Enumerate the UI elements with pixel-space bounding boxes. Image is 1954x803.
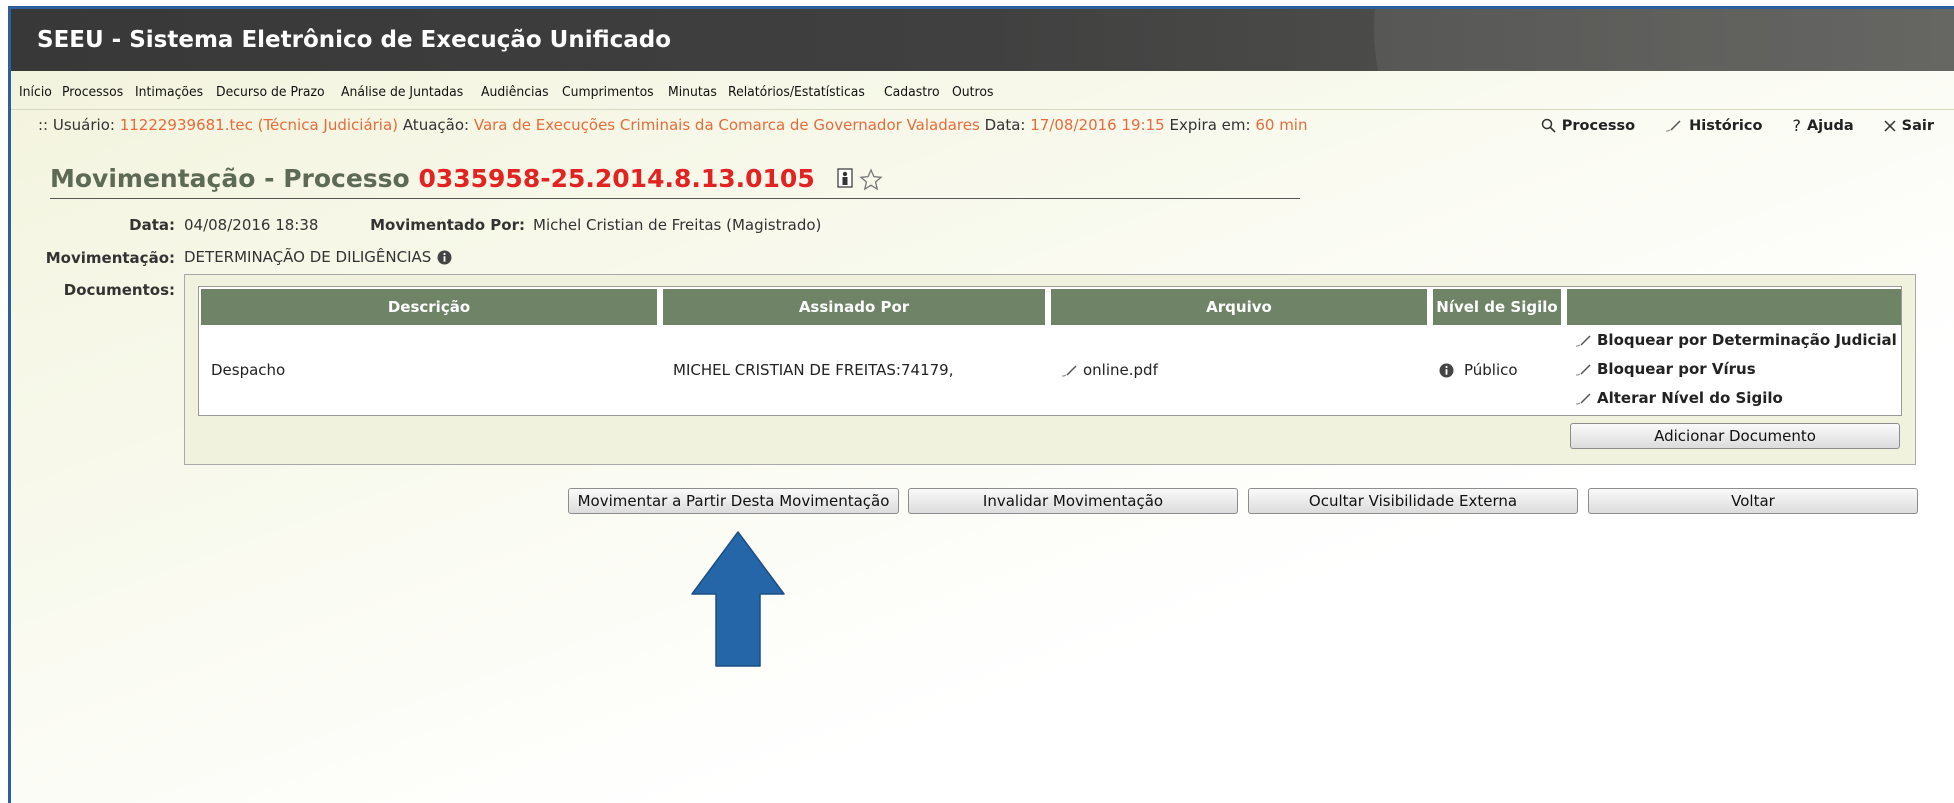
processo-link[interactable]: Processo <box>1541 116 1635 135</box>
movimentado-por-value: Michel Cristian de Freitas (Magistrado) <box>533 216 822 234</box>
sair-link[interactable]: Sair <box>1884 116 1934 135</box>
menu-item-intimacoes[interactable]: Intimações <box>135 84 203 100</box>
session-info: :: Usuário: 11222939681.tec (Técnica Jud… <box>38 116 1308 134</box>
title-bar: SEEU - Sistema Eletrônico de Execução Un… <box>11 9 1954 71</box>
menu-item-inicio[interactable]: Início <box>19 84 52 100</box>
processo-link-label: Processo <box>1561 117 1636 134</box>
ocultar-visibilidade-button[interactable]: Ocultar Visibilidade Externa <box>1248 488 1578 514</box>
file-name: online.pdf <box>1083 361 1158 379</box>
help-icon: ? <box>1792 116 1801 135</box>
invalidar-button[interactable]: Invalidar Movimentação <box>908 488 1238 514</box>
cell-assinado-por: MICHEL CRISTIAN DE FREITAS:74179, <box>673 361 954 379</box>
menu-item-cadastro[interactable]: Cadastro <box>884 84 940 100</box>
movimentacao-value-wrap: DETERMINAÇÃO DE DILIGÊNCIAS <box>184 248 452 266</box>
sair-link-label: Sair <box>1901 117 1934 134</box>
menu-item-relatorios[interactable]: Relatórios/Estatísticas <box>728 84 865 100</box>
file-link[interactable]: online.pdf <box>1061 361 1158 379</box>
close-icon <box>1884 119 1896 132</box>
menu-item-audiencias[interactable]: Audiências <box>481 84 549 100</box>
data-label: Data: <box>129 216 175 234</box>
title-bar-decoration <box>1374 9 1954 71</box>
app-title: SEEU - Sistema Eletrônico de Execução Un… <box>37 27 672 53</box>
cell-sigilo: Público <box>1439 361 1518 379</box>
col-header-arquivo: Arquivo <box>1051 289 1427 325</box>
page-title-prefix: Movimentação - Processo <box>50 164 410 193</box>
col-header-acoes <box>1567 289 1901 325</box>
menu-item-minutas[interactable]: Minutas <box>668 84 717 100</box>
menu-item-outros[interactable]: Outros <box>952 84 993 100</box>
pencil-icon <box>1666 119 1681 131</box>
star-icon[interactable] <box>859 168 884 192</box>
page-title: Movimentação - Processo 0335958-25.2014.… <box>50 164 1300 199</box>
pencil-icon <box>1576 363 1591 375</box>
person-icon[interactable] <box>837 168 854 188</box>
historico-link-label: Histórico <box>1689 117 1763 134</box>
menu-item-analise-juntadas[interactable]: Análise de Juntadas <box>341 84 463 100</box>
annotation-arrow-up-icon <box>691 531 785 667</box>
info-icon[interactable] <box>437 250 452 265</box>
atuacao-value: Vara de Execuções Criminais da Comarca d… <box>473 116 980 134</box>
documents-table: Descrição Assinado Por Arquivo Nível de … <box>198 286 1902 416</box>
col-header-assinado-por: Assinado Por <box>663 289 1045 325</box>
movimentar-button[interactable]: Movimentar a Partir Desta Movimentação <box>568 488 899 514</box>
adicionar-documento-button[interactable]: Adicionar Documento <box>1570 423 1900 449</box>
user-label: :: Usuário: <box>38 116 115 134</box>
menu-item-processos[interactable]: Processos <box>62 84 123 100</box>
search-icon <box>1541 118 1556 133</box>
historico-link[interactable]: Histórico <box>1665 116 1762 135</box>
cell-descricao: Despacho <box>211 361 286 379</box>
menu-item-cumprimentos[interactable]: Cumprimentos <box>562 84 654 100</box>
alterar-sigilo-link[interactable]: Alterar Nível do Sigilo <box>1575 389 1783 407</box>
main-menu: Início Processos Intimações Decurso de P… <box>11 74 1954 110</box>
bloquear-virus-label: Bloquear por Vírus <box>1597 360 1756 378</box>
pencil-icon <box>1576 392 1591 404</box>
col-header-nivel-sigilo: Nível de Sigilo <box>1433 289 1561 325</box>
movimentacao-label: Movimentação: <box>45 249 175 267</box>
expira-value: 60 min <box>1255 116 1308 134</box>
voltar-button[interactable]: Voltar <box>1588 488 1918 514</box>
alterar-sigilo-label: Alterar Nível do Sigilo <box>1597 389 1783 407</box>
user-value: 11222939681.tec (Técnica Judiciária) <box>119 116 399 134</box>
atuacao-label: Atuação: <box>402 116 470 134</box>
bloquear-determinacao-link[interactable]: Bloquear por Determinação Judicial <box>1575 331 1897 349</box>
session-date-value: 17/08/2016 19:15 <box>1030 116 1165 134</box>
ajuda-link[interactable]: ? Ajuda <box>1792 116 1853 135</box>
top-links: Processo Histórico ? Ajuda Sair <box>1541 116 1934 135</box>
process-number: 0335958-25.2014.8.13.0105 <box>418 164 815 193</box>
pencil-icon <box>1062 364 1077 376</box>
documentos-label: Documentos: <box>63 281 175 299</box>
data-value: 04/08/2016 18:38 <box>184 216 319 234</box>
bloquear-virus-link[interactable]: Bloquear por Vírus <box>1575 360 1756 378</box>
menu-item-decurso-prazo[interactable]: Decurso de Prazo <box>216 84 325 100</box>
session-date-label: Data: <box>984 116 1026 134</box>
pencil-icon <box>1576 334 1591 346</box>
sigilo-value: Público <box>1464 361 1518 379</box>
bloquear-determinacao-label: Bloquear por Determinação Judicial <box>1597 331 1897 349</box>
movimentacao-value: DETERMINAÇÃO DE DILIGÊNCIAS <box>184 248 432 266</box>
movimentado-por-label: Movimentado Por: <box>370 216 525 234</box>
expira-label: Expira em: <box>1169 116 1251 134</box>
info-icon[interactable] <box>1439 363 1454 378</box>
ajuda-link-label: Ajuda <box>1806 117 1854 134</box>
col-header-descricao: Descrição <box>201 289 657 325</box>
